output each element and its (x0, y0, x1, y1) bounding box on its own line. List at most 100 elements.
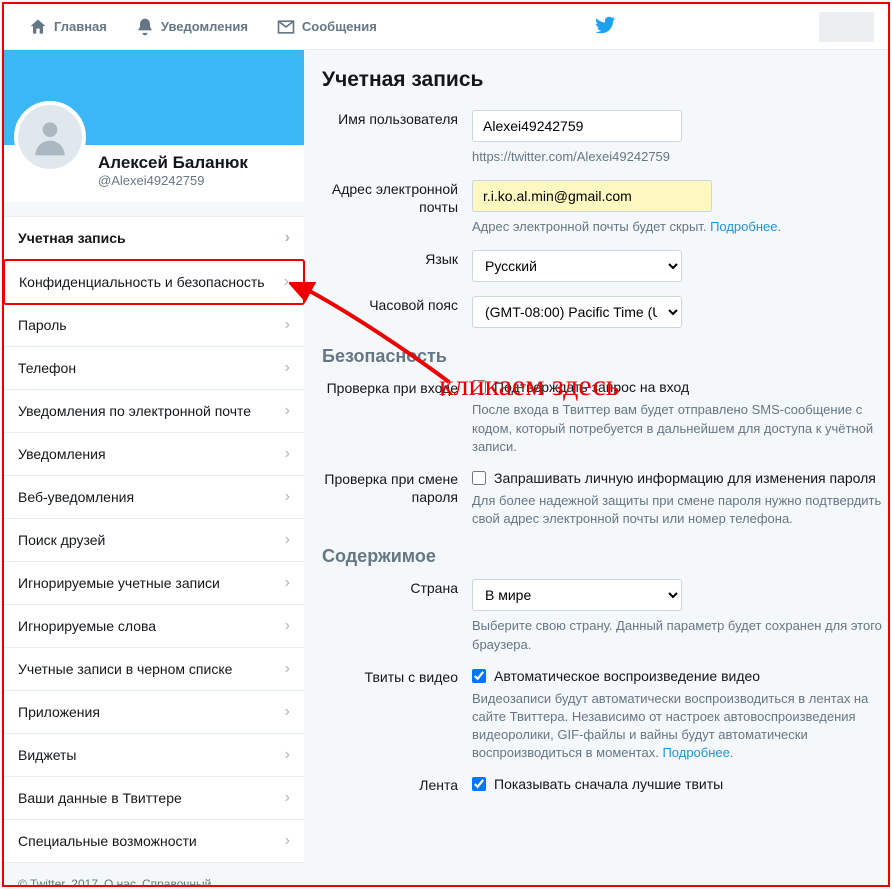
pwreset-checkbox[interactable] (472, 471, 486, 485)
language-select[interactable]: Русский (472, 250, 682, 282)
login-verify-checkbox[interactable] (472, 380, 486, 394)
timezone-select[interactable]: (GMT-08:00) Pacific Time (US (472, 296, 682, 328)
nav-home-label: Главная (54, 19, 107, 34)
email-help: Адрес электронной почты будет скрыт. Под… (472, 218, 888, 236)
envelope-icon (276, 17, 296, 37)
sidebar-item-7[interactable]: Поиск друзей › (4, 519, 304, 562)
country-label: Страна (322, 579, 472, 597)
sidebar-item-label: Учетные записи в черном списке (18, 661, 232, 677)
sidebar-item-label: Уведомления по электронной почте (18, 403, 251, 419)
sidebar-item-11[interactable]: Приложения › (4, 691, 304, 734)
sidebar-item-label: Учетная запись (18, 230, 126, 246)
pwreset-help: Для более надежной защиты при смене паро… (472, 492, 888, 528)
nav-home[interactable]: Главная (14, 4, 121, 49)
sidebar-item-13[interactable]: Ваши данные в Твиттере › (4, 777, 304, 820)
settings-list: Учетная запись›Конфиденциальность и безо… (4, 216, 304, 863)
profile-cover (4, 50, 304, 145)
person-icon (28, 115, 72, 159)
sidebar-item-12[interactable]: Виджеты › (4, 734, 304, 777)
feed-best-first-label: Показывать сначала лучшие твиты (494, 776, 723, 792)
country-select[interactable]: В мире (472, 579, 682, 611)
timezone-label: Часовой пояс (322, 296, 472, 314)
login-verify-label: Проверка при входе (322, 379, 472, 397)
footer-copyright: © Twitter, 2017 (18, 877, 98, 887)
login-verify-checkbox-label: Подтверждать запрос на вход (494, 379, 689, 395)
chevron-right-icon: › (285, 445, 290, 463)
sidebar-item-5[interactable]: Уведомления › (4, 433, 304, 476)
sidebar-item-label: Виджеты (18, 747, 77, 763)
nav-notifications[interactable]: Уведомления (121, 4, 262, 49)
sidebar-item-label: Специальные возможности (18, 833, 197, 849)
sidebar-item-6[interactable]: Веб-уведомления › (4, 476, 304, 519)
username-input[interactable] (472, 110, 682, 142)
sidebar-item-label: Веб-уведомления (18, 489, 134, 505)
chevron-right-icon: › (284, 273, 289, 291)
feed-best-first-checkbox[interactable] (472, 777, 486, 791)
nav-messages-label: Сообщения (302, 19, 377, 34)
footer-link-0[interactable]: О нас (104, 877, 136, 887)
profile-handle[interactable]: @Alexei49242759 (98, 173, 294, 188)
chevron-right-icon: › (285, 832, 290, 850)
pwreset-checkbox-label: Запрашивать личную информацию для измене… (494, 470, 876, 486)
country-help: Выберите свою страну. Данный параметр бу… (472, 617, 888, 653)
sidebar-item-4[interactable]: Уведомления по электронной почте › (4, 390, 304, 433)
sidebar-item-10[interactable]: Учетные записи в черном списке › (4, 648, 304, 691)
sidebar-item-label: Конфиденциальность и безопасность (19, 274, 265, 290)
feed-label: Лента (322, 776, 472, 794)
sidebar-item-label: Ваши данные в Твиттере (18, 790, 182, 806)
content-section-title: Содержимое (322, 546, 888, 567)
chevron-right-icon: › (285, 359, 290, 377)
language-label: Язык (322, 250, 472, 268)
sidebar-item-label: Игнорируемые слова (18, 618, 156, 634)
chevron-right-icon: › (285, 660, 290, 678)
video-autoplay-label: Автоматическое воспроизведение видео (494, 668, 760, 684)
video-label: Твиты с видео (322, 668, 472, 686)
nav-messages[interactable]: Сообщения (262, 4, 391, 49)
chevron-right-icon: › (285, 229, 290, 247)
user-menu-placeholder[interactable] (819, 12, 874, 42)
profile-name[interactable]: Алексей Баланюк (98, 153, 294, 173)
chevron-right-icon: › (285, 617, 290, 635)
video-learn-more-link[interactable]: Подробнее (662, 745, 729, 760)
twitter-logo[interactable] (594, 14, 616, 39)
sidebar-item-2[interactable]: Пароль › (4, 304, 304, 347)
bell-icon (135, 17, 155, 37)
nav-notifications-label: Уведомления (161, 19, 248, 34)
sidebar-item-label: Приложения (18, 704, 100, 720)
chevron-right-icon: › (285, 531, 290, 549)
username-label: Имя пользователя (322, 110, 472, 128)
footer: © Twitter, 2017О насСправочный центрУсло… (4, 863, 304, 887)
page-title: Учетная запись (322, 68, 888, 92)
home-icon (28, 17, 48, 37)
username-url: https://twitter.com/Alexei49242759 (472, 148, 888, 166)
avatar[interactable] (14, 101, 86, 173)
email-label: Адрес электронной почты (322, 180, 472, 216)
sidebar-item-label: Уведомления (18, 446, 106, 462)
chevron-right-icon: › (285, 789, 290, 807)
security-section-title: Безопасность (322, 346, 888, 367)
email-learn-more-link[interactable]: Подробнее (710, 219, 777, 234)
top-nav: Главная Уведомления Сообщения (4, 4, 888, 50)
sidebar-item-label: Игнорируемые учетные записи (18, 575, 220, 591)
sidebar-item-3[interactable]: Телефон › (4, 347, 304, 390)
sidebar-item-label: Пароль (18, 317, 67, 333)
chevron-right-icon: › (285, 488, 290, 506)
chevron-right-icon: › (285, 316, 290, 334)
sidebar-item-1[interactable]: Конфиденциальность и безопасность › (3, 259, 305, 305)
chevron-right-icon: › (285, 574, 290, 592)
chevron-right-icon: › (285, 703, 290, 721)
email-input[interactable] (472, 180, 712, 212)
sidebar-item-9[interactable]: Игнорируемые слова › (4, 605, 304, 648)
video-help: Видеозаписи будут автоматически воспроиз… (472, 690, 888, 763)
chevron-right-icon: › (285, 746, 290, 764)
sidebar-item-8[interactable]: Игнорируемые учетные записи › (4, 562, 304, 605)
video-autoplay-checkbox[interactable] (472, 669, 486, 683)
pwreset-label: Проверка при смене пароля (322, 470, 472, 506)
sidebar-item-14[interactable]: Специальные возможности › (4, 820, 304, 862)
sidebar-item-label: Поиск друзей (18, 532, 105, 548)
sidebar-item-0[interactable]: Учетная запись › (4, 217, 304, 260)
login-verify-help: После входа в Твиттер вам будет отправле… (472, 401, 888, 456)
bird-icon (594, 14, 616, 36)
sidebar-item-label: Телефон (18, 360, 76, 376)
chevron-right-icon: › (285, 402, 290, 420)
